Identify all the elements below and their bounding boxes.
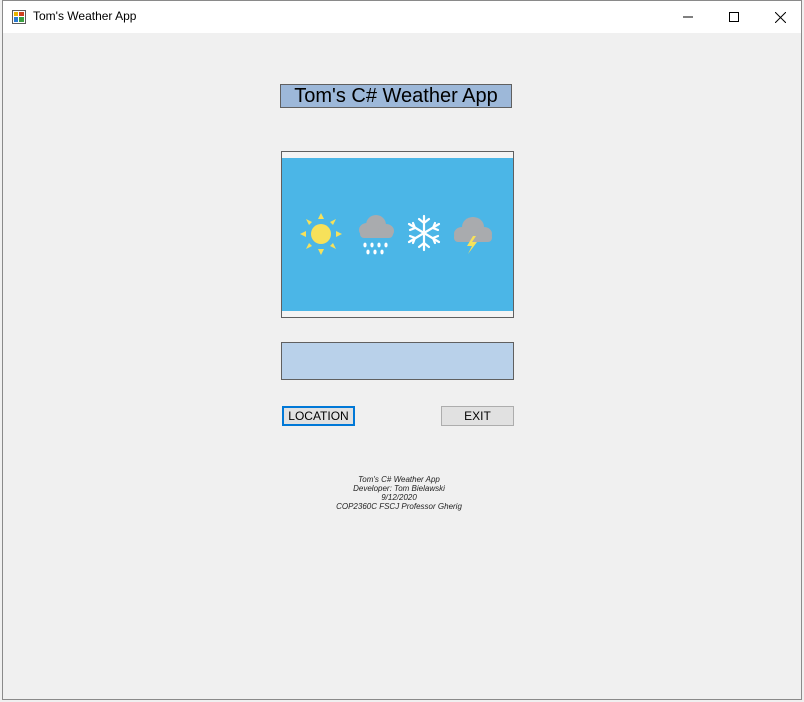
credits-line-developer: Developer: Tom Bielawski: [353, 484, 445, 493]
minimize-icon: [683, 16, 693, 18]
credits-line-app: Tom's C# Weather App: [358, 475, 440, 484]
weather-output-box: [281, 342, 514, 380]
rain-cloud-icon: [359, 215, 394, 255]
credits-line-course: COP2360C FSCJ Professor Gherig: [336, 502, 462, 511]
thunder-cloud-icon: [454, 217, 492, 254]
credits-label: Tom's C# Weather App Developer: Tom Biel…: [299, 475, 499, 511]
maximize-button[interactable]: [711, 1, 757, 33]
maximize-icon: [729, 12, 739, 22]
close-button[interactable]: [757, 1, 803, 33]
exit-button[interactable]: EXIT: [441, 406, 514, 426]
location-button[interactable]: LOCATION: [282, 406, 355, 426]
minimize-button[interactable]: [665, 1, 711, 33]
app-icon: [12, 10, 26, 24]
app-window: Tom's Weather App Tom's C# Weather App L…: [2, 0, 802, 700]
snowflake-icon: [407, 214, 441, 252]
app-heading-label: Tom's C# Weather App: [280, 84, 512, 108]
weather-icons: [300, 213, 492, 255]
close-icon: [774, 11, 786, 23]
sun-icon: [300, 213, 342, 255]
window-title: Tom's Weather App: [33, 9, 137, 23]
credits-line-date: 9/12/2020: [381, 493, 417, 502]
title-bar[interactable]: Tom's Weather App: [3, 1, 801, 33]
weather-picture-box: [281, 151, 514, 318]
